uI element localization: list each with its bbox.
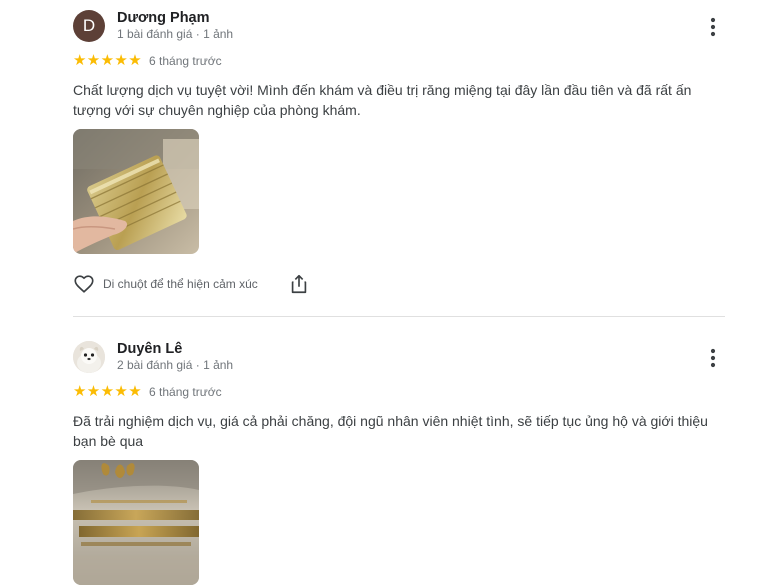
- more-vert-icon: [710, 17, 716, 37]
- more-vert-icon: [710, 348, 716, 368]
- review-photo-image: [73, 129, 199, 254]
- star-icon: ★: [86, 52, 101, 69]
- reviewer-meta: 2 bài đánh giá · 1 ảnh: [117, 358, 234, 372]
- star-icon: ★: [128, 383, 142, 400]
- reviewer-name[interactable]: Duyên Lê: [117, 341, 182, 357]
- review-photo[interactable]: [73, 460, 199, 585]
- star-icon: ★: [128, 52, 142, 69]
- avatar-letter: D: [82, 16, 96, 35]
- review-divider: [73, 316, 725, 317]
- star-icon: ★: [114, 383, 128, 400]
- review-actions: Di chuột để thể hiện cảm xúc: [73, 273, 373, 297]
- like-hint-label[interactable]: Di chuột để thể hiện cảm xúc: [103, 277, 258, 291]
- avatar-image: [73, 341, 105, 373]
- review-text: Chất lượng dịch vụ tuyệt vời! Mình đến k…: [73, 82, 692, 118]
- more-options-button[interactable]: [701, 16, 725, 38]
- star-rating: ★ ★ ★ ★ ★: [73, 53, 142, 68]
- share-button[interactable]: [288, 273, 310, 295]
- review-text: Đã trải nghiệm dịch vụ, giá cả phải chăn…: [73, 413, 708, 449]
- star-icon: ★: [73, 383, 87, 400]
- review-date: 6 tháng trước: [149, 385, 222, 399]
- star-icon: ★: [114, 52, 128, 69]
- star-rating: ★ ★ ★ ★ ★: [73, 384, 142, 399]
- review-photo-image: [73, 460, 199, 585]
- avatar[interactable]: D: [73, 10, 105, 42]
- review-date: 6 tháng trước: [149, 54, 222, 68]
- reviewer-name[interactable]: Dương Phạm: [117, 10, 210, 26]
- heart-outline-icon: [74, 275, 94, 293]
- share-icon: [291, 274, 307, 294]
- star-icon: ★: [100, 383, 115, 400]
- reviewer-meta: 1 bài đánh giá · 1 ảnh: [117, 27, 234, 41]
- like-button[interactable]: [73, 273, 95, 295]
- star-icon: ★: [73, 52, 87, 69]
- star-icon: ★: [86, 383, 101, 400]
- avatar[interactable]: [73, 341, 105, 373]
- more-options-button[interactable]: [701, 347, 725, 369]
- review-photo[interactable]: [73, 129, 199, 254]
- star-icon: ★: [100, 52, 115, 69]
